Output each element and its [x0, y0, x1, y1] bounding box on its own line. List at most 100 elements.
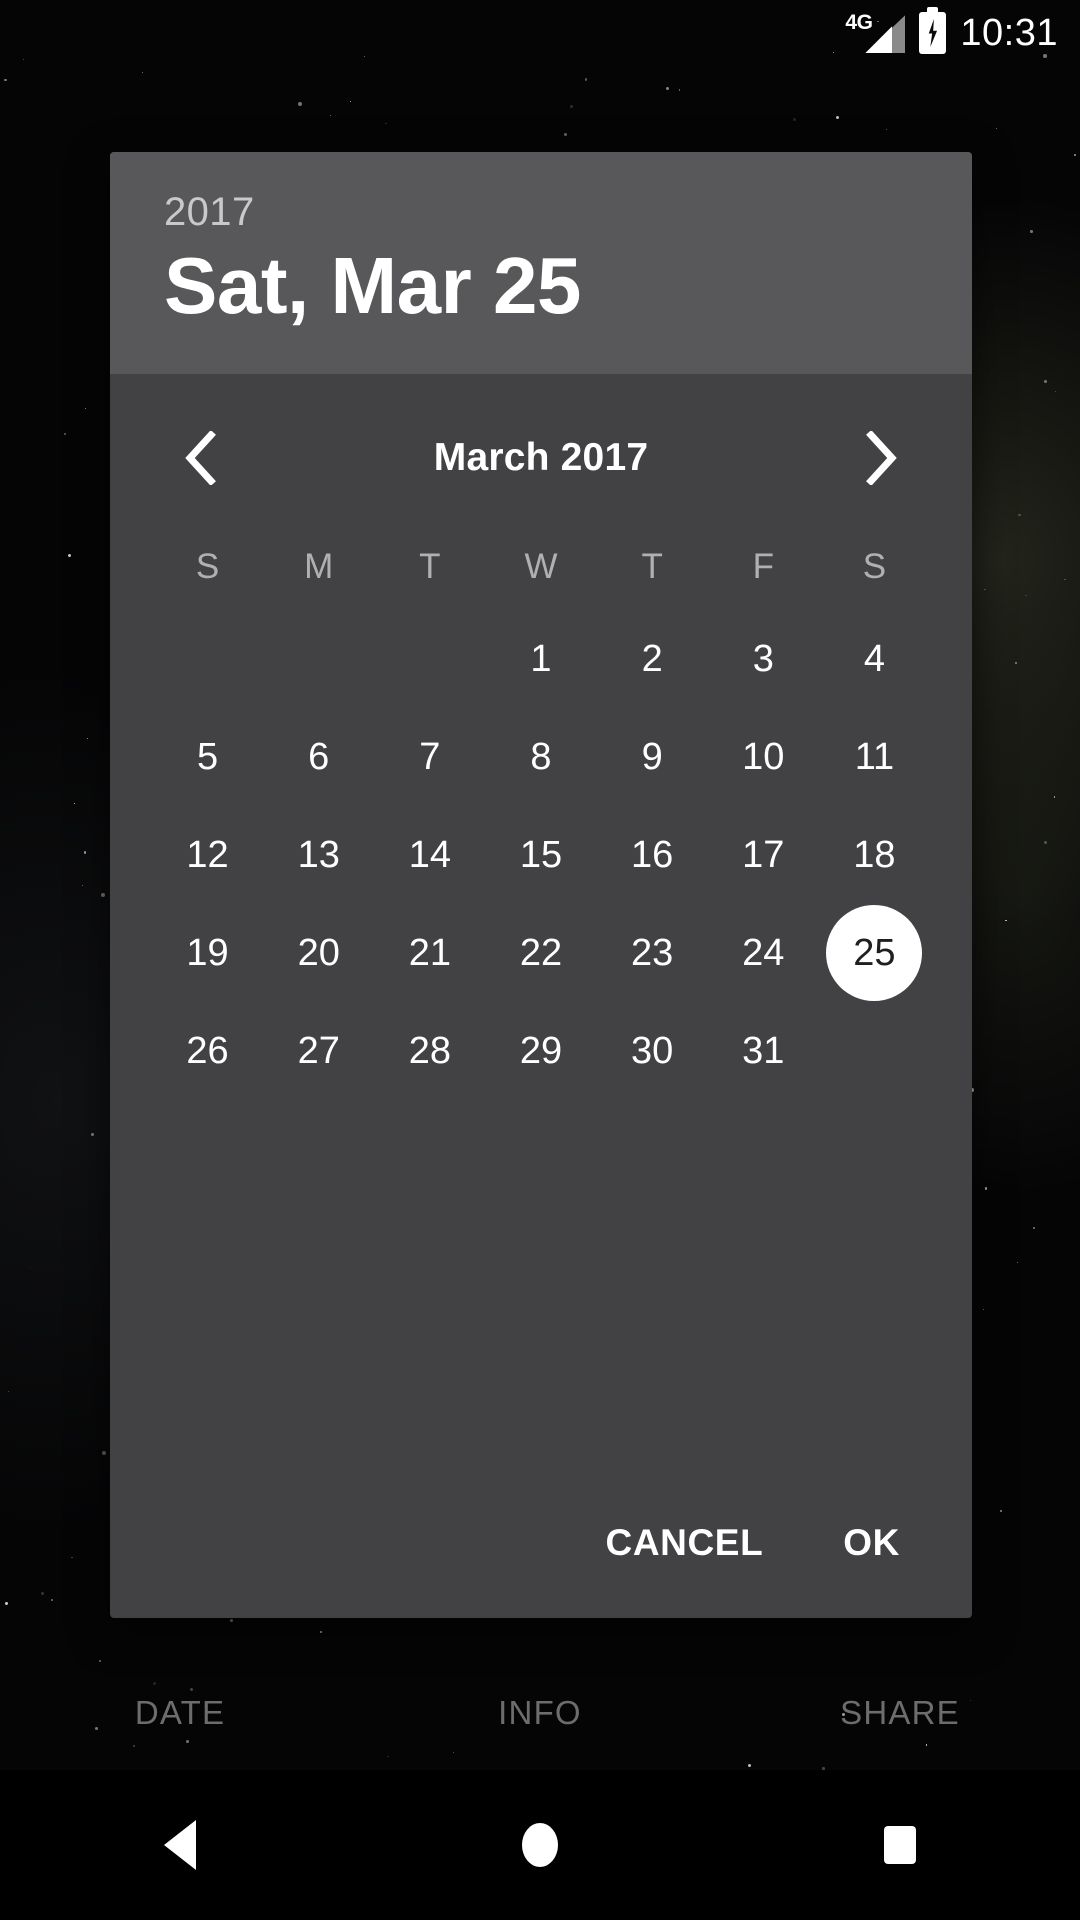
date-picker-dialog: 2017 Sat, Mar 25 March 2017 S M T W T F …: [110, 152, 972, 1618]
calendar-day-label: 11: [854, 735, 895, 778]
tab-date[interactable]: DATE: [0, 1665, 360, 1761]
calendar-day-9[interactable]: 9: [597, 708, 708, 806]
android-navigation-bar: [0, 1770, 1080, 1920]
calendar-day-13[interactable]: 13: [263, 806, 374, 904]
month-navigation: March 2017: [110, 402, 972, 514]
calendar-day-26[interactable]: 26: [152, 1002, 263, 1100]
calendar-cell-empty: [152, 610, 263, 708]
calendar-day-label: 1: [530, 637, 552, 680]
calendar-day-12[interactable]: 12: [152, 806, 263, 904]
calendar-day-label: 12: [186, 833, 229, 876]
calendar-day-27[interactable]: 27: [263, 1002, 374, 1100]
calendar-week-row: 19 20 21 22 23 24 25: [152, 904, 930, 1002]
calendar-day-4[interactable]: 4: [819, 610, 930, 708]
calendar-cell-empty: [819, 1002, 930, 1100]
calendar-day-5[interactable]: 5: [152, 708, 263, 806]
network-type-label: 4G: [845, 11, 873, 34]
calendar-day-label: 21: [408, 931, 451, 974]
header-date-label[interactable]: Sat, Mar 25: [164, 240, 918, 332]
tab-share[interactable]: SHARE: [720, 1665, 1080, 1761]
calendar-day-3[interactable]: 3: [708, 610, 819, 708]
signal-bars-icon: 4G: [843, 11, 906, 55]
calendar-day-label: 31: [742, 1029, 785, 1072]
calendar-day-30[interactable]: 30: [597, 1002, 708, 1100]
calendar-day-6[interactable]: 6: [263, 708, 374, 806]
charging-bolt-icon: [928, 19, 938, 47]
calendar-day-label: 25: [853, 931, 896, 974]
calendar-day-31[interactable]: 31: [708, 1002, 819, 1100]
chevron-left-icon[interactable]: [158, 416, 242, 500]
calendar-day-2[interactable]: 2: [597, 610, 708, 708]
calendar-day-label: 28: [408, 1029, 451, 1072]
weekday-label-4: T: [641, 547, 663, 586]
calendar-day-label: 8: [530, 735, 552, 778]
calendar-day-label: 18: [853, 833, 896, 876]
calendar-day-label: 2: [641, 637, 663, 680]
weekday-label-6: S: [862, 547, 887, 586]
calendar-day-15[interactable]: 15: [485, 806, 596, 904]
cancel-button[interactable]: CANCEL: [602, 1512, 768, 1574]
calendar-day-10[interactable]: 10: [708, 708, 819, 806]
calendar-day-22[interactable]: 22: [485, 904, 596, 1002]
calendar-grid: S M T W T F S 1 2 3 4 5 6 7 8 9 10 11 12 13 14 15 16 17 1…: [110, 524, 972, 1100]
calendar-day-label: 23: [630, 931, 674, 974]
back-triangle-icon[interactable]: [0, 1770, 360, 1920]
calendar-day-28[interactable]: 28: [374, 1002, 485, 1100]
dialog-header: 2017 Sat, Mar 25: [110, 152, 972, 374]
background-tab-bar: DATE INFO SHARE: [0, 1665, 1080, 1761]
calendar-day-label: 5: [197, 735, 219, 778]
calendar-day-label: 24: [742, 931, 785, 974]
calendar-day-18[interactable]: 18: [819, 806, 930, 904]
calendar-day-label: 15: [519, 833, 563, 876]
weekday-label-0: S: [195, 547, 220, 586]
calendar-day-1[interactable]: 1: [485, 610, 596, 708]
calendar-day-16[interactable]: 16: [597, 806, 708, 904]
calendar-day-24[interactable]: 24: [708, 904, 819, 1002]
calendar-day-14[interactable]: 14: [374, 806, 485, 904]
calendar-day-8[interactable]: 8: [485, 708, 596, 806]
month-year-label: March 2017: [433, 436, 649, 479]
calendar-day-21[interactable]: 21: [374, 904, 485, 1002]
calendar-day-23[interactable]: 23: [597, 904, 708, 1002]
calendar-day-label: 22: [519, 931, 563, 974]
calendar-day-label: 20: [297, 931, 340, 974]
status-icons: 4G 10:31: [843, 7, 1058, 55]
calendar-day-label: 16: [630, 833, 674, 876]
calendar-cell-empty: [374, 610, 485, 708]
weekday-label-3: W: [524, 547, 558, 586]
calendar-day-11[interactable]: 11: [819, 708, 930, 806]
recents-square-icon[interactable]: [720, 1770, 1080, 1920]
header-year-label[interactable]: 2017: [164, 190, 918, 234]
calendar-day-25[interactable]: 25: [819, 904, 930, 1002]
chevron-right-icon[interactable]: [840, 416, 924, 500]
calendar-day-label: 30: [630, 1029, 674, 1072]
calendar-week-row: 5 6 7 8 9 10 11: [152, 708, 930, 806]
calendar-day-label: 10: [742, 735, 785, 778]
status-bar: 4G 10:31: [0, 0, 1080, 66]
weekday-label-2: T: [419, 547, 441, 586]
battery-charging-icon: [919, 7, 947, 54]
calendar-day-label: 29: [519, 1029, 563, 1072]
calendar-day-20[interactable]: 20: [263, 904, 374, 1002]
calendar-day-label: 19: [186, 931, 229, 974]
tab-info[interactable]: INFO: [360, 1665, 720, 1761]
calendar-day-label: 14: [408, 833, 451, 876]
calendar-day-label: 9: [641, 735, 663, 778]
calendar-day-17[interactable]: 17: [708, 806, 819, 904]
calendar-day-label: 26: [186, 1029, 229, 1072]
weekday-label-1: M: [304, 547, 334, 586]
calendar-day-7[interactable]: 7: [374, 708, 485, 806]
ok-button[interactable]: OK: [839, 1512, 904, 1574]
calendar-day-label: 7: [419, 735, 441, 778]
calendar-day-29[interactable]: 29: [485, 1002, 596, 1100]
home-circle-icon[interactable]: [360, 1770, 720, 1920]
calendar-day-label: 3: [752, 637, 774, 680]
calendar-day-label: 13: [297, 833, 340, 876]
calendar-day-19[interactable]: 19: [152, 904, 263, 1002]
clock-label: 10:31: [960, 12, 1058, 54]
calendar-cell-empty: [263, 610, 374, 708]
calendar-day-label: 6: [308, 735, 330, 778]
calendar-day-label: 4: [863, 637, 885, 680]
calendar-day-label: 27: [297, 1029, 340, 1072]
calendar-day-label: 17: [742, 833, 785, 876]
